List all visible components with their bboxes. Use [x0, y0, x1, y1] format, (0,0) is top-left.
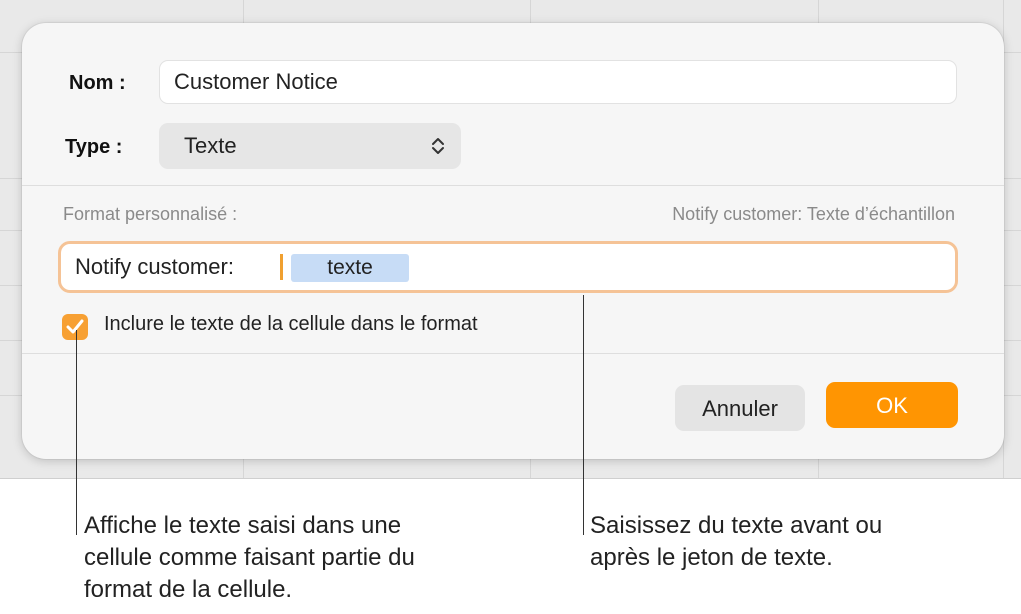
chevron-up-down-icon: [432, 138, 444, 154]
include-cell-text-checkbox[interactable]: [62, 314, 88, 340]
callout-line-right: [583, 295, 584, 535]
divider: [22, 185, 1004, 186]
format-preview: Notify customer: Texte d’échantillon: [672, 204, 955, 224]
format-prefix-text: Notify customer:: [75, 254, 234, 279]
custom-format-field[interactable]: Notify customer: texte: [58, 241, 958, 293]
ok-button[interactable]: OK: [826, 382, 958, 428]
name-input[interactable]: Customer Notice: [159, 60, 957, 104]
type-select-value: Texte: [184, 133, 237, 158]
custom-format-dialog: Nom : Customer Notice Type : Texte Forma…: [22, 23, 1004, 459]
callout-left-line: Affiche le texte saisi dans une: [84, 512, 402, 539]
text-token[interactable]: texte: [291, 254, 409, 282]
format-label: Format personnalisé :: [63, 204, 238, 224]
callout-left-line: cellule comme faisant partie du: [84, 544, 415, 571]
callout-left-line: format de la cellule.: [84, 576, 293, 603]
cancel-button[interactable]: Annuler: [675, 385, 805, 431]
checkmark-icon: [66, 319, 84, 334]
text-caret: [280, 254, 283, 280]
type-select[interactable]: Texte: [159, 123, 461, 169]
name-label: Nom :: [69, 72, 126, 94]
callout-left: Affiche le texte saisi dans une cellule …: [84, 510, 415, 606]
callout-right-line: après le jeton de texte.: [590, 544, 833, 571]
include-cell-text-label: Inclure le texte de la cellule dans le f…: [104, 313, 478, 335]
type-label: Type :: [65, 136, 123, 158]
callout-line-left: [76, 330, 77, 535]
callout-right-line: Saisissez du texte avant ou: [590, 512, 883, 539]
callout-right: Saisissez du texte avant ou après le jet…: [590, 510, 882, 574]
divider: [22, 353, 1004, 354]
